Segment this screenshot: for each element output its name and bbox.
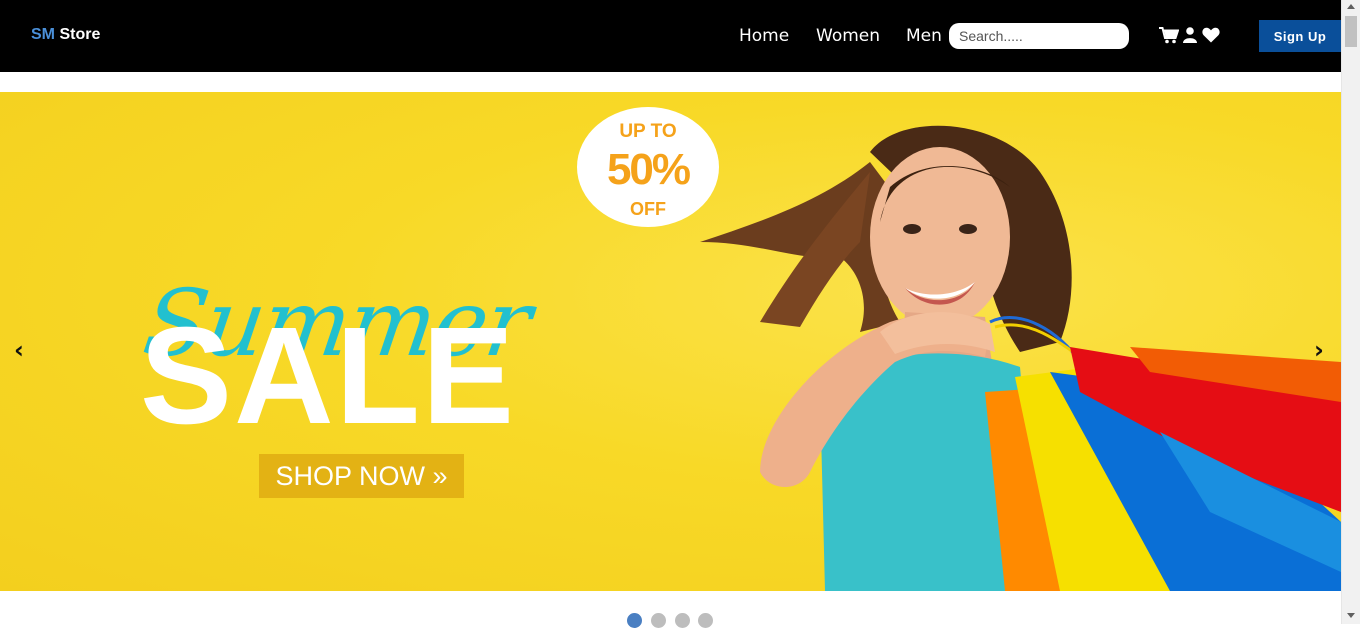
carousel-indicator-3[interactable] (675, 613, 690, 628)
carousel-prev-arrow-icon[interactable]: ‹ (14, 336, 24, 364)
navbar: SM Store Home Women Men Sign Up (0, 0, 1341, 72)
badge-line-1: UP TO (619, 121, 677, 142)
discount-badge: UP TO 50% OFF (577, 107, 719, 227)
carousel-indicator-2[interactable] (651, 613, 666, 628)
nav-link-men[interactable]: Men (906, 26, 942, 46)
carousel-indicator-4[interactable] (698, 613, 713, 628)
nav-link-women[interactable]: Women (816, 26, 880, 46)
scrollbar-thumb[interactable] (1345, 16, 1357, 47)
brand-logo[interactable]: SM Store (31, 26, 100, 44)
hero-carousel: UP TO 50% OFF Summer SALE SHOP NOW » ‹ › (0, 92, 1341, 591)
badge-percentage: 50% (606, 145, 691, 194)
carousel-indicator-1[interactable] (627, 613, 642, 628)
cart-icon[interactable] (1159, 27, 1179, 44)
banner-main-title: SALE (140, 299, 517, 453)
search-input[interactable] (949, 23, 1129, 49)
brand-suffix: Store (59, 26, 101, 43)
badge-line-3: OFF (630, 199, 666, 219)
scroll-down-arrow-icon[interactable] (1347, 613, 1355, 618)
scroll-up-arrow-icon[interactable] (1347, 4, 1355, 9)
heart-icon[interactable] (1202, 27, 1220, 43)
vertical-scrollbar[interactable] (1341, 0, 1360, 624)
nav-link-home[interactable]: Home (739, 26, 789, 46)
carousel-next-arrow-icon[interactable]: › (1314, 336, 1324, 364)
brand-prefix: SM (31, 26, 55, 43)
shop-now-button[interactable]: SHOP NOW » (259, 454, 464, 498)
user-icon[interactable] (1183, 27, 1197, 43)
sign-up-button[interactable]: Sign Up (1259, 20, 1341, 52)
carousel-indicators (627, 613, 717, 628)
